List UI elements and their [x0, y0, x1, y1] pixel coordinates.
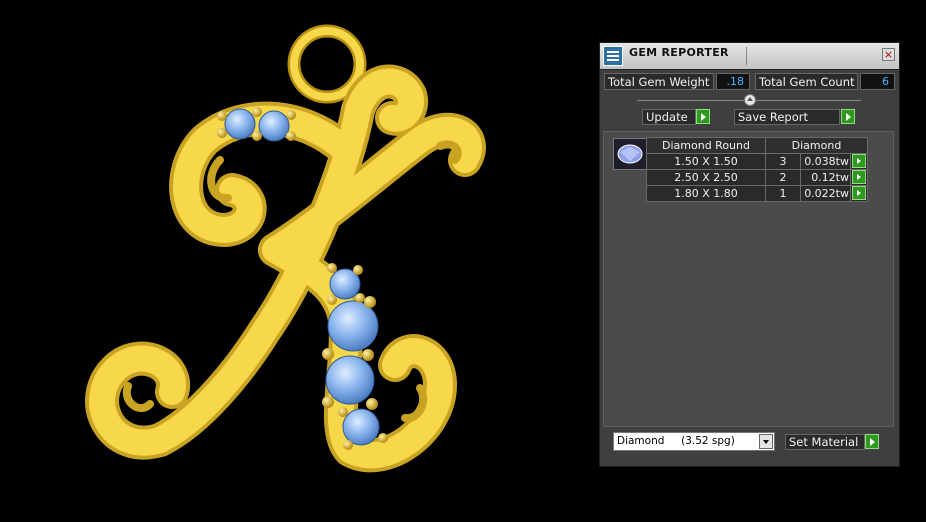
- material-select[interactable]: Diamond (3.52 spg): [613, 432, 775, 451]
- pendant-model: [85, 24, 486, 473]
- header-material: Diamond: [765, 137, 868, 154]
- row-weight: 0.12tw: [800, 169, 851, 186]
- save-report-button[interactable]: Save Report: [734, 109, 840, 125]
- save-report-go-icon[interactable]: [841, 109, 855, 124]
- update-button[interactable]: Update: [642, 109, 696, 125]
- letter-k: [85, 64, 486, 473]
- header-shape: Diamond Round: [646, 137, 766, 154]
- table-header-row: Diamond Round Diamond: [646, 137, 868, 154]
- title-bar[interactable]: GEM REPORTER ×: [600, 43, 899, 70]
- row-go-icon[interactable]: [852, 154, 866, 168]
- row-go-icon[interactable]: [852, 170, 866, 184]
- total-count-label: Total Gem Count: [755, 73, 858, 90]
- row-count: 2: [765, 169, 801, 186]
- set-material-button[interactable]: Set Material: [785, 434, 865, 450]
- table-row[interactable]: 2.50 X 2.50 2 0.12tw: [646, 169, 868, 186]
- table-row[interactable]: 1.80 X 1.80 1 0.022tw: [646, 185, 868, 202]
- total-weight-value: .18: [716, 73, 750, 90]
- title-divider: [746, 47, 747, 65]
- row-size: 2.50 X 2.50: [646, 169, 766, 186]
- bail-ring: [287, 24, 367, 104]
- panel-title: GEM REPORTER: [629, 46, 729, 59]
- chevron-down-icon[interactable]: [759, 434, 773, 449]
- row-weight: 0.022tw: [800, 185, 851, 202]
- close-icon[interactable]: ×: [882, 48, 895, 61]
- row-size: 1.80 X 1.80: [646, 185, 766, 202]
- total-count-value: 6: [860, 73, 895, 90]
- 3d-viewport[interactable]: [0, 0, 590, 518]
- table-row[interactable]: 1.50 X 1.50 3 0.038tw: [646, 153, 868, 170]
- row-weight: 0.038tw: [800, 153, 851, 170]
- report-area: Diamond Round Diamond 1.50 X 1.50 3 0.03…: [603, 131, 894, 427]
- total-weight-label: Total Gem Weight: [604, 73, 714, 90]
- gem-table: Diamond Round Diamond 1.50 X 1.50 3 0.03…: [646, 137, 868, 202]
- slider-knob-icon[interactable]: [744, 94, 756, 106]
- gem-reporter-panel: GEM REPORTER × Total Gem Weight .18 Tota…: [599, 42, 900, 467]
- set-material-go-icon[interactable]: [865, 434, 879, 449]
- gem-reporter-icon: [603, 46, 623, 66]
- row-count: 3: [765, 153, 801, 170]
- row-count: 1: [765, 185, 801, 202]
- round-gem-icon[interactable]: [613, 138, 647, 170]
- row-go-icon[interactable]: [852, 186, 866, 200]
- row-size: 1.50 X 1.50: [646, 153, 766, 170]
- update-go-icon[interactable]: [696, 109, 710, 124]
- material-selected-value: Diamond (3.52 spg): [617, 435, 735, 447]
